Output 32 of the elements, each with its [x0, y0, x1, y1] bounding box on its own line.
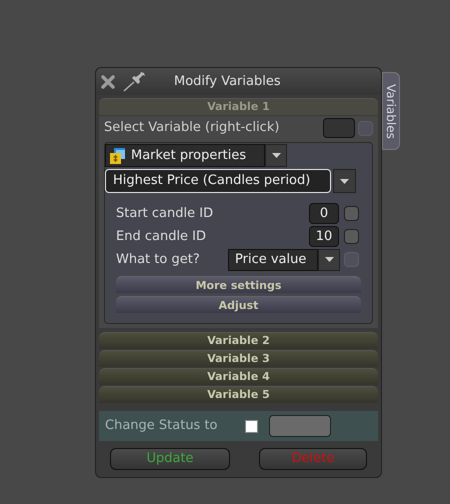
parameter-label: What to get? — [116, 250, 201, 269]
status-field[interactable] — [269, 415, 331, 437]
close-icon[interactable] — [100, 74, 116, 90]
dropdown-button[interactable] — [333, 169, 356, 193]
status-checkbox[interactable] — [245, 420, 258, 432]
parameter-label: End candle ID — [116, 228, 208, 246]
caret-icon — [340, 178, 349, 184]
number-field[interactable]: 0 — [309, 203, 339, 224]
side-tab[interactable]: Variables — [382, 72, 400, 150]
dropdown-button[interactable] — [265, 144, 287, 167]
parameter-checkbox[interactable] — [344, 229, 359, 244]
variable-header[interactable]: Variable 1 — [99, 98, 378, 115]
caret-icon — [272, 153, 280, 158]
variable-header[interactable]: Variable 3 — [99, 350, 378, 367]
caret-icon — [324, 257, 334, 262]
category-dropdown[interactable]: Market properties — [105, 144, 265, 167]
select-variable-label: Select Variable (right-click) — [104, 119, 280, 138]
variable-header[interactable]: Variable 4 — [99, 368, 378, 385]
status-label: Change Status to — [105, 417, 219, 436]
panel-button[interactable]: Adjust — [116, 296, 361, 313]
function-dropdown[interactable]: Highest Price (Candles period) — [105, 169, 331, 193]
parameter-label: Start candle ID — [116, 204, 214, 223]
dropdown-button[interactable] — [318, 248, 340, 270]
window-title: Modify Variables — [174, 72, 281, 91]
money-icon — [109, 146, 127, 164]
panel-button[interactable]: More settings — [116, 276, 361, 293]
variable-header[interactable]: Variable 2 — [99, 332, 378, 349]
variable-header[interactable]: Variable 5 — [99, 386, 378, 403]
pin-icon[interactable] — [122, 70, 148, 92]
parameter-checkbox[interactable] — [344, 206, 359, 221]
update-button[interactable]: Update — [110, 448, 230, 470]
number-field[interactable]: 10 — [309, 226, 339, 247]
